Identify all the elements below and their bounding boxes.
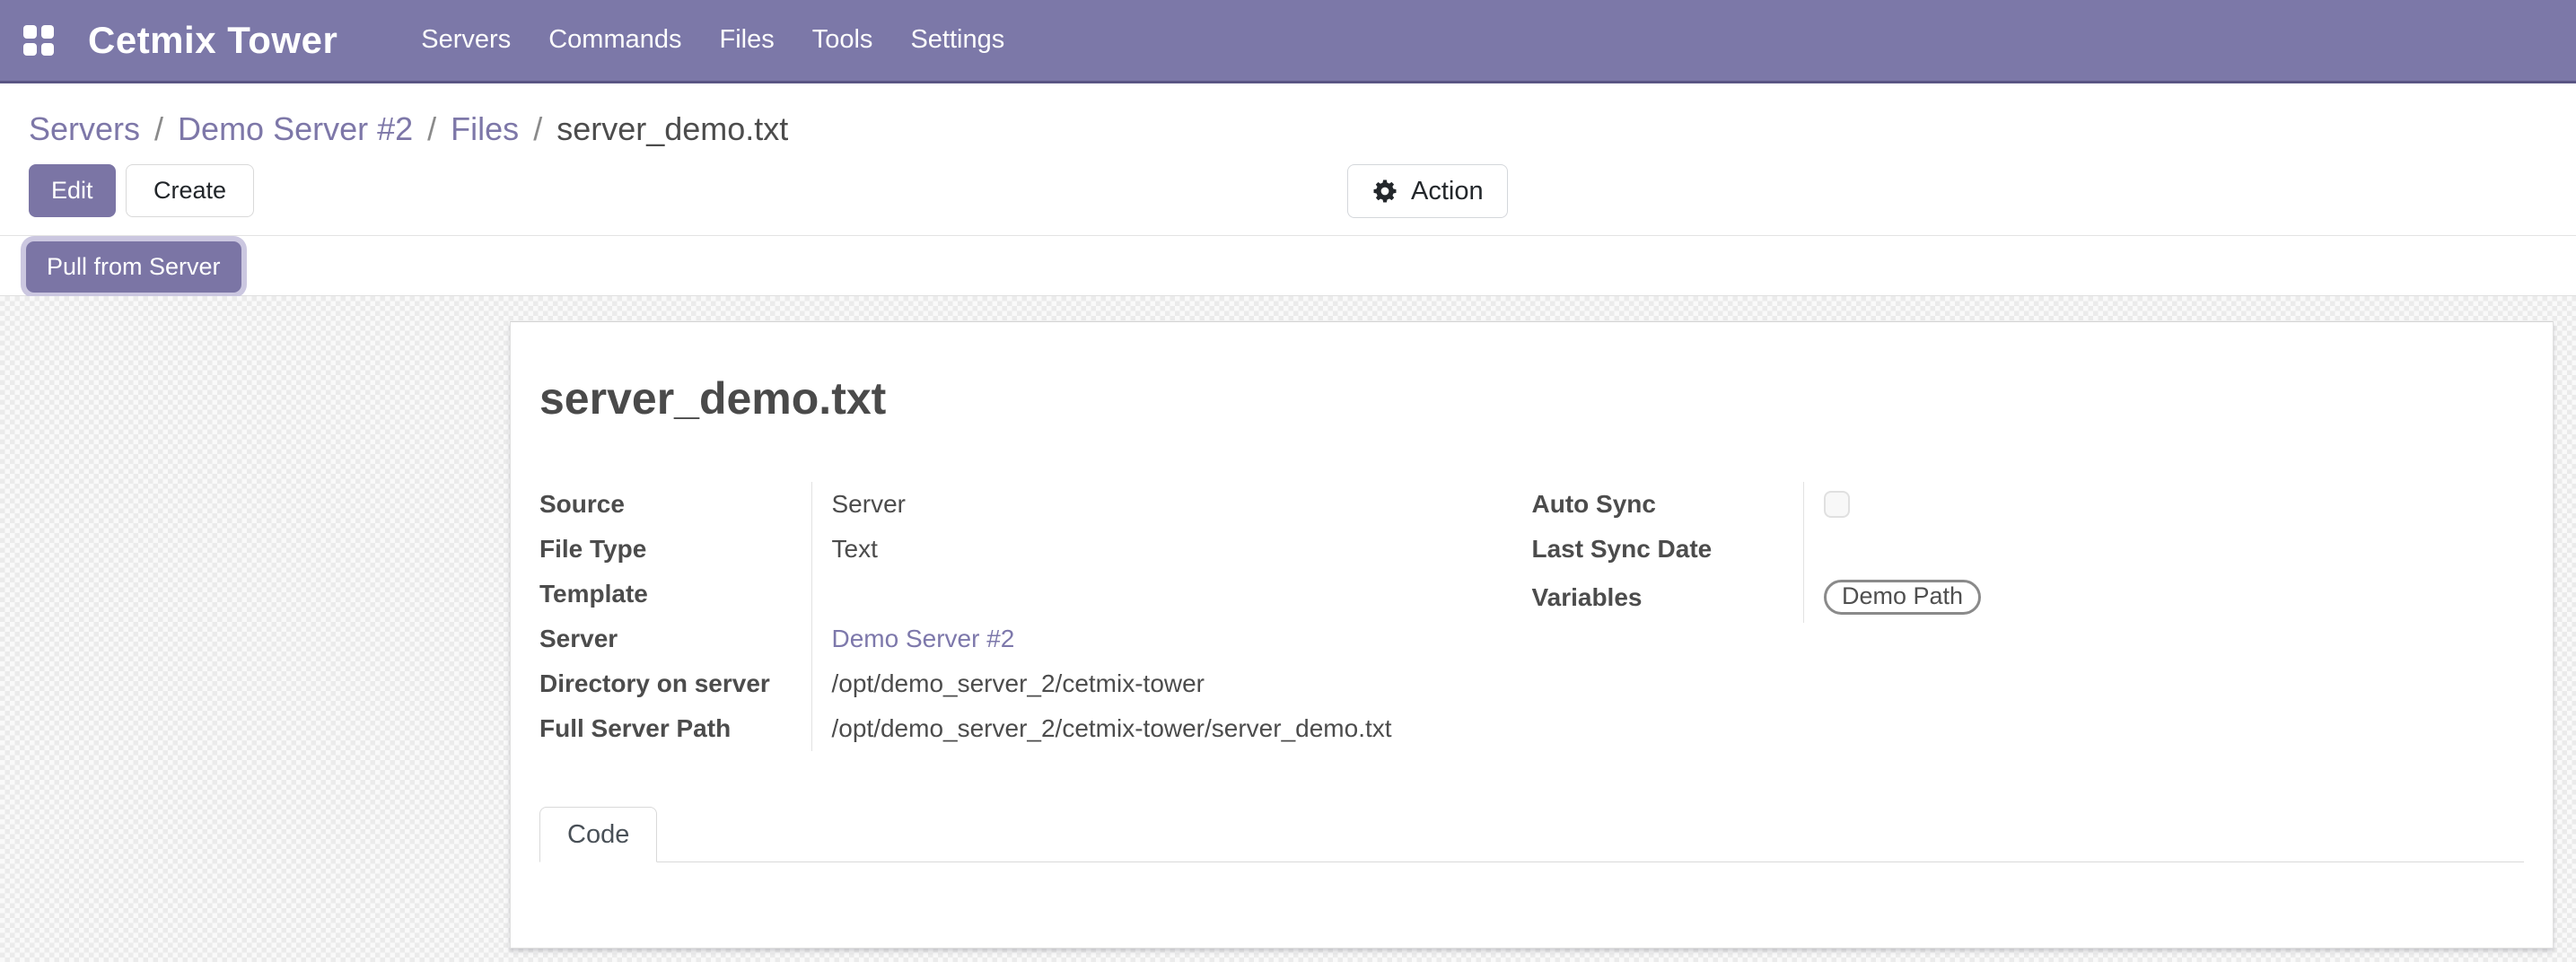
field-label: Template [539,572,811,617]
breadcrumb-separator: / [413,110,451,147]
field-row: Source Server [539,482,1532,527]
field-value: /opt/demo_server_2/cetmix-tower [811,661,1532,706]
apps-grid-icon[interactable] [23,25,54,56]
breadcrumb-current: server_demo.txt [556,110,788,147]
field-value: Text [811,527,1532,572]
field-label: Auto Sync [1532,482,1804,527]
breadcrumb-separator: / [519,110,556,147]
breadcrumb-link[interactable]: Servers [29,110,140,147]
apps-grid-square [23,43,37,57]
field-value-text: Server [832,490,906,518]
nav-menu-settings[interactable]: Settings [891,0,1023,83]
field-value-link[interactable]: Demo Server #2 [832,625,1015,652]
apps-grid-square [23,25,37,39]
nav-menu-commands[interactable]: Commands [530,0,700,83]
field-value: Demo Server #2 [811,617,1532,661]
right-group-body: Auto SyncLast Sync DateVariables Demo Pat… [1532,482,2525,623]
auto-sync-checkbox[interactable] [1824,491,1850,518]
nav-menu-servers[interactable]: Servers [402,0,530,83]
statusbar: Pull from Server [0,235,2576,295]
pull-from-server-button[interactable]: Pull from Server [26,241,241,293]
field-value [1804,482,2525,527]
breadcrumb-link[interactable]: Files [451,110,519,147]
field-value [811,572,1532,617]
nav-menu-files[interactable]: Files [701,0,793,83]
apps-grid-square [41,25,55,39]
field-value-text: Text [832,535,878,563]
left-group-body: SourceServerFile TypeTextTemplateServerD… [539,482,1532,751]
tab-code[interactable]: Code [539,807,657,862]
field-value-text: /opt/demo_server_2/cetmix-tower [832,669,1205,697]
field-value: /opt/demo_server_2/cetmix-tower/server_d… [811,706,1532,751]
form-sheet: server_demo.txt Source Server File Type Tex… [510,321,2554,949]
app-brand-title[interactable]: Cetmix Tower [88,19,337,62]
field-row: Template [539,572,1532,617]
field-label: Directory on server [539,661,811,706]
create-button[interactable]: Create [126,164,254,217]
breadcrumb-link[interactable]: Demo Server #2 [178,110,413,147]
field-value: Server [811,482,1532,527]
breadcrumb: Servers / Demo Server #2 / Files / serve… [0,83,2576,164]
breadcrumb-separator: / [140,110,178,147]
notebook-tabs: Code [539,807,2524,862]
field-label: Server [539,617,811,661]
variable-tag[interactable]: Demo Path [1824,580,1981,615]
record-title: server_demo.txt [539,372,2524,424]
control-panel-buttons: Edit Create Action [0,164,2576,235]
field-value [1804,527,2525,572]
action-button-label: Action [1411,177,1484,206]
navbar-menu: ServersCommandsFilesToolsSettings [402,0,1023,83]
notebook: Code [539,807,2524,862]
field-row: Auto Sync [1532,482,2525,527]
right-field-group: Auto SyncLast Sync DateVariables Demo Pat… [1532,482,2525,751]
field-groups: SourceServerFile TypeTextTemplateServerD… [539,482,2524,751]
field-label: Source [539,482,811,527]
field-label: File Type [539,527,811,572]
field-row: Last Sync Date [1532,527,2525,572]
apps-grid-square [41,43,55,57]
field-label: Full Server Path [539,706,811,751]
field-row: Server Demo Server #2 [539,617,1532,661]
field-label: Last Sync Date [1532,527,1804,572]
field-row: Variables Demo Path [1532,572,2525,623]
control-panel: Servers / Demo Server #2 / Files / serve… [0,83,2576,296]
left-field-group: SourceServerFile TypeTextTemplateServerD… [539,482,1532,751]
field-row: File Type Text [539,527,1532,572]
field-row: Directory on server/opt/demo_server_2/ce… [539,661,1532,706]
gear-icon [1371,178,1398,205]
top-navbar: Cetmix Tower ServersCommandsFilesToolsSe… [0,0,2576,83]
field-label: Variables [1532,572,1804,623]
form-view-background: server_demo.txt Source Server File Type Tex… [0,296,2576,962]
edit-button[interactable]: Edit [29,164,116,217]
action-button[interactable]: Action [1347,164,1508,218]
field-row: Full Server Path/opt/demo_server_2/cetmi… [539,706,1532,751]
field-value: Demo Path [1804,572,2525,623]
nav-menu-tools[interactable]: Tools [793,0,892,83]
field-value-text: /opt/demo_server_2/cetmix-tower/server_d… [832,714,1392,742]
